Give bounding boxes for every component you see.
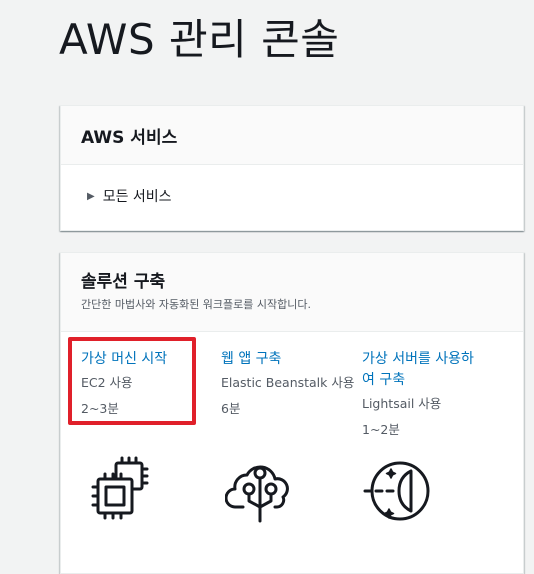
solution-build-web-app: 웹 앱 구축 Elastic Beanstalk 사용 6분: [221, 349, 361, 422]
lightsail-icon: [363, 461, 430, 521]
cloud-tree-icon: [225, 465, 289, 523]
build-web-app-link[interactable]: 웹 앱 구축: [221, 349, 361, 370]
aws-services-panel: AWS 서비스 ▶ 모든 서비스: [60, 105, 524, 231]
build-solution-header: 솔루션 구축 간단한 마법사와 자동화된 워크플로를 시작합니다.: [61, 253, 523, 332]
build-solution-panel: 솔루션 구축 간단한 마법사와 자동화된 워크플로를 시작합니다. 가상 머신 …: [60, 252, 524, 574]
build-solution-title: 솔루션 구축: [81, 272, 166, 292]
aws-services-header: AWS 서비스: [61, 106, 523, 165]
build-virtual-server-link-line2: 여 구축: [362, 372, 406, 388]
build-virtual-server-link-line1: 가상 서버를 사용하: [362, 351, 474, 367]
build-web-app-service: Elastic Beanstalk 사용: [221, 375, 355, 390]
build-web-app-time: 6분: [221, 401, 241, 416]
launch-vm-service: EC2 사용: [81, 375, 133, 390]
build-virtual-server-time: 1~2분: [362, 422, 400, 437]
solution-build-virtual-server: 가상 서버를 사용하 여 구축 Lightsail 사용 1~2분: [362, 349, 512, 443]
page-title: AWS 관리 콘솔: [59, 15, 340, 64]
aws-services-title: AWS 서비스: [81, 127, 178, 148]
launch-vm-link[interactable]: 가상 머신 시작: [81, 349, 206, 370]
solution-launch-vm: 가상 머신 시작 EC2 사용 2~3분: [81, 349, 206, 422]
all-services-toggle[interactable]: ▶ 모든 서비스: [87, 186, 172, 206]
build-virtual-server-service: Lightsail 사용: [362, 396, 442, 411]
build-virtual-server-link[interactable]: 가상 서버를 사용하 여 구축: [362, 349, 512, 391]
all-services-label: 모든 서비스: [102, 189, 172, 205]
launch-vm-time: 2~3분: [81, 401, 119, 416]
chip-icon: [91, 456, 149, 520]
build-solution-subtitle: 간단한 마법사와 자동화된 워크플로를 시작합니다.: [81, 298, 312, 311]
caret-right-icon: ▶: [87, 190, 95, 202]
